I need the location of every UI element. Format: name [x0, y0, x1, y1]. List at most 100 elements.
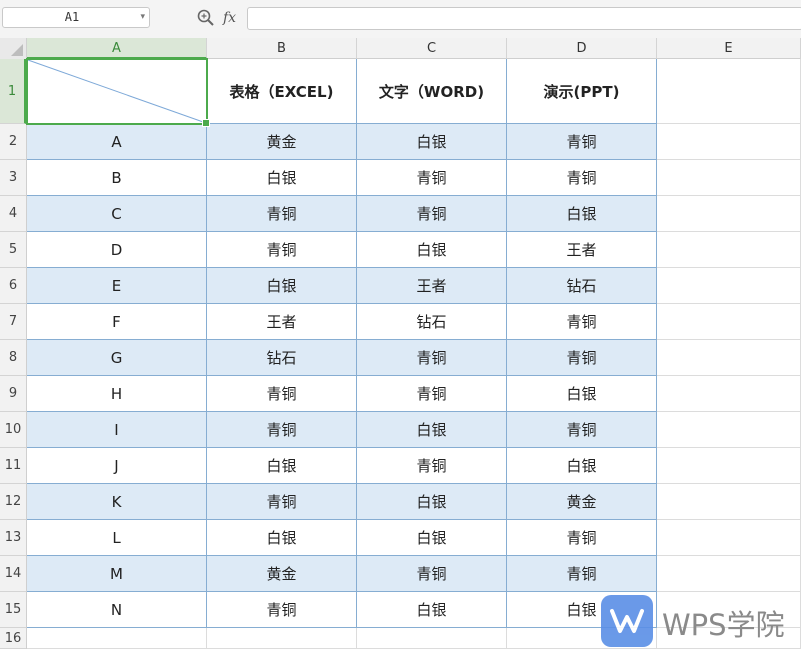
cell-b9[interactable]: 青铜: [207, 376, 357, 412]
empty-cell-e7[interactable]: [657, 304, 801, 340]
cell-c9[interactable]: 青铜: [357, 376, 507, 412]
empty-cell-e6[interactable]: [657, 268, 801, 304]
cell-c7[interactable]: 钻石: [357, 304, 507, 340]
fx-label[interactable]: fx: [223, 8, 236, 28]
column-header-e[interactable]: E: [657, 38, 801, 59]
empty-cell-e4[interactable]: [657, 196, 801, 232]
row-header-16[interactable]: 16: [0, 628, 26, 649]
empty-cell-e12[interactable]: [657, 484, 801, 520]
cell-c13[interactable]: 白银: [357, 520, 507, 556]
row-header-5[interactable]: 5: [0, 232, 26, 268]
cell-b13[interactable]: 白银: [207, 520, 357, 556]
cell-b4[interactable]: 青铜: [207, 196, 357, 232]
cell-c11[interactable]: 青铜: [357, 448, 507, 484]
row-header-1[interactable]: 1: [0, 59, 26, 124]
formula-input[interactable]: [247, 7, 801, 30]
column-header-d[interactable]: D: [507, 38, 657, 59]
cell-a3[interactable]: B: [27, 160, 207, 196]
empty-cell-b16[interactable]: [207, 628, 357, 649]
cell-c10[interactable]: 白银: [357, 412, 507, 448]
empty-cell-e2[interactable]: [657, 124, 801, 160]
cell-b12[interactable]: 青铜: [207, 484, 357, 520]
cell-b8[interactable]: 钻石: [207, 340, 357, 376]
table-header-cell[interactable]: 表格（EXCEL): [207, 59, 357, 124]
cell-d12[interactable]: 黄金: [507, 484, 657, 520]
zoom-search-icon[interactable]: [196, 8, 216, 28]
cell-c12[interactable]: 白银: [357, 484, 507, 520]
cell-a5[interactable]: D: [27, 232, 207, 268]
cell-b10[interactable]: 青铜: [207, 412, 357, 448]
cell-d5[interactable]: 王者: [507, 232, 657, 268]
row-header-15[interactable]: 15: [0, 592, 26, 628]
cell-b6[interactable]: 白银: [207, 268, 357, 304]
row-header-11[interactable]: 11: [0, 448, 26, 484]
row-header-10[interactable]: 10: [0, 412, 26, 448]
cell-d4[interactable]: 白银: [507, 196, 657, 232]
name-box[interactable]: A1 ▾: [2, 7, 150, 28]
cell-d10[interactable]: 青铜: [507, 412, 657, 448]
cell-a10[interactable]: I: [27, 412, 207, 448]
cell-a14[interactable]: M: [27, 556, 207, 592]
cell-b7[interactable]: 王者: [207, 304, 357, 340]
row-header-9[interactable]: 9: [0, 376, 26, 412]
cell-c2[interactable]: 白银: [357, 124, 507, 160]
row-header-2[interactable]: 2: [0, 124, 26, 160]
cell-c8[interactable]: 青铜: [357, 340, 507, 376]
cell-c6[interactable]: 王者: [357, 268, 507, 304]
table-header-cell[interactable]: 文字（WORD): [357, 59, 507, 124]
cell-b5[interactable]: 青铜: [207, 232, 357, 268]
cell-a2[interactable]: A: [27, 124, 207, 160]
cell-c5[interactable]: 白银: [357, 232, 507, 268]
cell-a12[interactable]: K: [27, 484, 207, 520]
cell-c14[interactable]: 青铜: [357, 556, 507, 592]
cell-d6[interactable]: 钻石: [507, 268, 657, 304]
cell-c4[interactable]: 青铜: [357, 196, 507, 232]
empty-cell-e3[interactable]: [657, 160, 801, 196]
cell-c3[interactable]: 青铜: [357, 160, 507, 196]
cell-d11[interactable]: 白银: [507, 448, 657, 484]
cell-a9[interactable]: H: [27, 376, 207, 412]
sheet-grid[interactable]: 表格（EXCEL) 文字（WORD) 演示(PPT) A 黄金 白银 青铜 B 白银 青铜 青铜 C 青…: [26, 58, 801, 649]
empty-cell-e10[interactable]: [657, 412, 801, 448]
row-header-3[interactable]: 3: [0, 160, 26, 196]
cell-a13[interactable]: L: [27, 520, 207, 556]
column-header-b[interactable]: B: [207, 38, 357, 59]
column-header-a[interactable]: A: [27, 38, 207, 59]
cell-a6[interactable]: E: [27, 268, 207, 304]
cell-b14[interactable]: 黄金: [207, 556, 357, 592]
cell-d7[interactable]: 青铜: [507, 304, 657, 340]
cell-c15[interactable]: 白银: [357, 592, 507, 628]
cell-b3[interactable]: 白银: [207, 160, 357, 196]
cell-d3[interactable]: 青铜: [507, 160, 657, 196]
row-header-6[interactable]: 6: [0, 268, 26, 304]
cell-a15[interactable]: N: [27, 592, 207, 628]
cell-d13[interactable]: 青铜: [507, 520, 657, 556]
empty-cell-e13[interactable]: [657, 520, 801, 556]
cell-d9[interactable]: 白银: [507, 376, 657, 412]
table-header-cell[interactable]: 演示(PPT): [507, 59, 657, 124]
cell-d14[interactable]: 青铜: [507, 556, 657, 592]
cell-b15[interactable]: 青铜: [207, 592, 357, 628]
cell-b2[interactable]: 黄金: [207, 124, 357, 160]
cell-d2[interactable]: 青铜: [507, 124, 657, 160]
cell-a7[interactable]: F: [27, 304, 207, 340]
cell-b11[interactable]: 白银: [207, 448, 357, 484]
column-header-c[interactable]: C: [357, 38, 507, 59]
row-header-7[interactable]: 7: [0, 304, 26, 340]
row-header-8[interactable]: 8: [0, 340, 26, 376]
chevron-down-icon[interactable]: ▾: [140, 8, 145, 27]
empty-cell-e14[interactable]: [657, 556, 801, 592]
empty-cell-a16[interactable]: [27, 628, 207, 649]
row-header-4[interactable]: 4: [0, 196, 26, 232]
select-all-corner[interactable]: [0, 38, 27, 59]
row-header-14[interactable]: 14: [0, 556, 26, 592]
cell-a8[interactable]: G: [27, 340, 207, 376]
empty-cell-e9[interactable]: [657, 376, 801, 412]
row-header-13[interactable]: 13: [0, 520, 26, 556]
row-header-12[interactable]: 12: [0, 484, 26, 520]
empty-cell-e5[interactable]: [657, 232, 801, 268]
empty-cell-e1[interactable]: [657, 59, 801, 124]
empty-cell-e8[interactable]: [657, 340, 801, 376]
cell-a4[interactable]: C: [27, 196, 207, 232]
cell-d8[interactable]: 青铜: [507, 340, 657, 376]
